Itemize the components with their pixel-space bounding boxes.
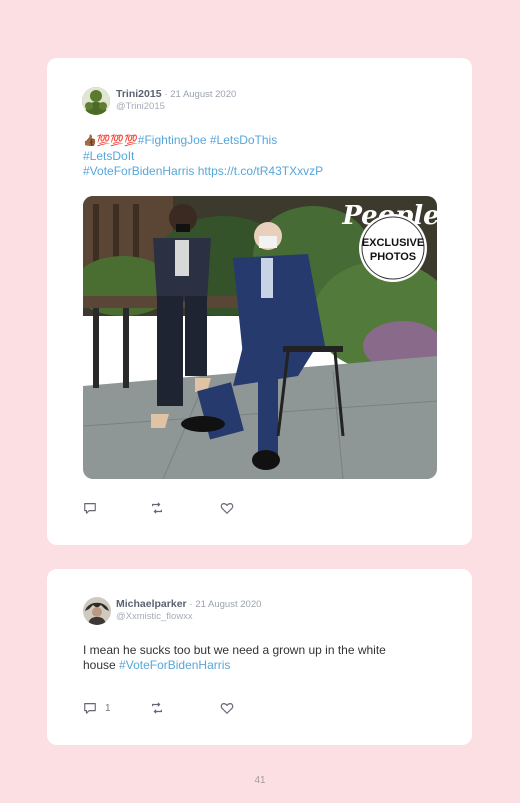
hashtag-link[interactable]: #LetsDoIt: [83, 149, 134, 163]
hashtag-link[interactable]: #VoteForBidenHarris: [83, 164, 194, 178]
user-handle[interactable]: @Xxmistic_flowxx: [116, 611, 193, 622]
tweet-text-line: I mean he sucks too but we need a grown …: [83, 643, 386, 657]
page-number: 41: [254, 775, 266, 786]
retweet-button[interactable]: [150, 701, 164, 715]
reply-icon: [84, 703, 96, 714]
reply-button[interactable]: 1: [83, 701, 111, 715]
like-button[interactable]: [220, 501, 234, 515]
reply-count: 1: [105, 702, 111, 714]
tweet-text-fragment: house: [83, 658, 116, 672]
tweet-card: Trini2015 · 21 August 2020 @Trini2015 👍🏾…: [47, 58, 472, 545]
tweet-date: · 21 August 2020: [189, 599, 262, 610]
tweet-date: · 21 August 2020: [164, 89, 237, 100]
tweet-photo[interactable]: People EXCLUSIVE PHOTOS: [83, 196, 437, 479]
tweet-card: Michaelparker · 21 August 2020 @Xxmistic…: [47, 569, 472, 745]
heart-icon: [220, 703, 234, 715]
tweet-text: 👍🏾💯💯💯#FightingJoe #LetsDoThis #LetsDoIt …: [83, 133, 323, 179]
reply-icon: [84, 503, 96, 514]
user-name[interactable]: Michaelparker: [116, 598, 187, 610]
tweet-text: I mean he sucks too but we need a grown …: [83, 643, 443, 673]
hashtag-link[interactable]: #FightingJoe: [138, 133, 207, 147]
url-link[interactable]: https://t.co/tR43TXxvzP: [198, 164, 323, 178]
hashtag-link[interactable]: #VoteForBidenHarris: [119, 658, 230, 672]
hashtag-link[interactable]: #LetsDoThis: [210, 133, 277, 147]
user-avatar[interactable]: [82, 87, 110, 115]
user-handle[interactable]: @Trini2015: [116, 101, 165, 112]
heart-icon: [220, 503, 234, 515]
like-button[interactable]: [220, 701, 234, 715]
retweet-icon: [152, 702, 162, 714]
tweet-emoji: 👍🏾💯💯💯: [83, 135, 138, 147]
retweet-icon: [152, 502, 162, 514]
badge-line-2: PHOTOS: [370, 251, 416, 263]
user-avatar[interactable]: [83, 597, 111, 625]
user-name[interactable]: Trini2015: [116, 88, 162, 100]
reply-button[interactable]: [83, 501, 105, 515]
retweet-button[interactable]: [150, 501, 164, 515]
badge-line-1: EXCLUSIVE: [362, 237, 424, 249]
